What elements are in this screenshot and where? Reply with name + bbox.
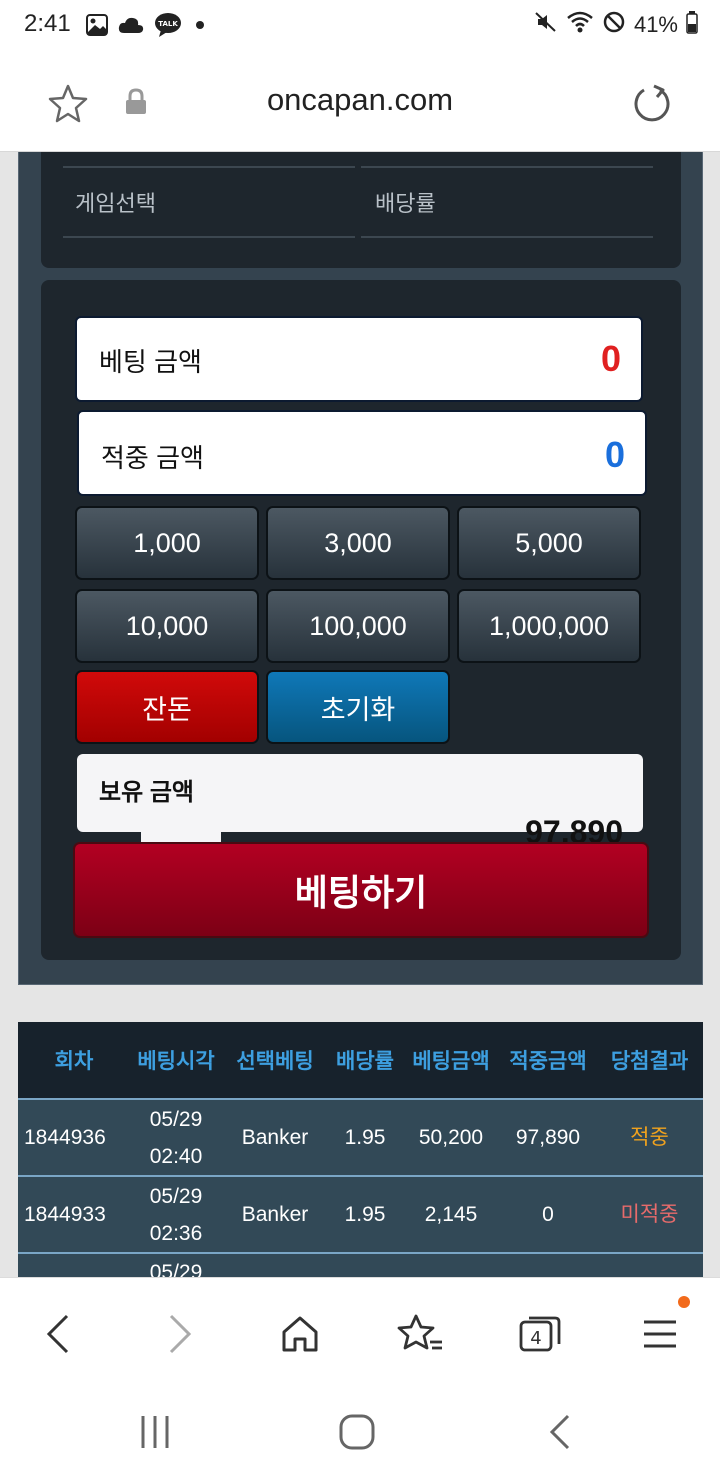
bet-history-table: 회차 베팅시각 선택베팅 배당률 베팅금액 적중금액 당첨결과 1844936 … bbox=[18, 1022, 703, 1277]
header-result: 당첨결과 bbox=[610, 1050, 689, 1073]
cell-round: 1844933 bbox=[24, 1203, 106, 1226]
table-header: 회차 베팅시각 선택베팅 배당률 베팅금액 적중금액 당첨결과 bbox=[18, 1022, 703, 1098]
header-round: 회차 bbox=[54, 1050, 94, 1073]
bet-card: 베팅 금액 0 적중 금액 0 1,000 3,000 5,000 10,000… bbox=[41, 280, 681, 960]
system-nav-bar bbox=[0, 1387, 720, 1480]
win-amount-box: 적중 금액 0 bbox=[77, 410, 647, 496]
cell-clock: 02:36 bbox=[149, 1221, 203, 1245]
chip-button-10000[interactable]: 10,000 bbox=[75, 589, 259, 663]
reset-button[interactable]: 초기화 bbox=[266, 670, 450, 744]
home-button-icon[interactable] bbox=[332, 1409, 382, 1455]
home-icon[interactable] bbox=[270, 1304, 330, 1364]
divider bbox=[63, 166, 355, 168]
wifi-icon bbox=[566, 10, 594, 40]
tab-count: 4 bbox=[530, 1328, 541, 1349]
cell-pick: Banker bbox=[241, 1203, 309, 1226]
chip-button-1000[interactable]: 1,000 bbox=[75, 506, 259, 580]
cell-bet: 2,145 bbox=[424, 1203, 478, 1226]
bet-amount-value: 0 bbox=[600, 338, 621, 379]
header-odds: 배당률 bbox=[336, 1050, 394, 1073]
win-amount-label: 적중 금액 bbox=[101, 443, 204, 473]
bookmarks-icon[interactable] bbox=[390, 1304, 450, 1364]
chip-button-100000[interactable]: 100,000 bbox=[266, 589, 450, 663]
bet-amount-box: 베팅 금액 0 bbox=[75, 316, 643, 402]
cell-pick: Banker bbox=[241, 1126, 309, 1149]
cell-odds: 1.95 bbox=[344, 1126, 386, 1149]
back-icon[interactable] bbox=[28, 1304, 88, 1364]
divider bbox=[361, 236, 653, 238]
table-row: 05/29 bbox=[18, 1252, 703, 1277]
divider bbox=[361, 166, 653, 168]
status-bar: 2:41 TALK 41% bbox=[0, 0, 720, 52]
reload-icon[interactable] bbox=[630, 82, 674, 130]
divider bbox=[63, 236, 355, 238]
cell-date: 05/29 bbox=[149, 1261, 203, 1277]
status-right-icons: 41% bbox=[534, 10, 698, 40]
chip-button-5000[interactable]: 5,000 bbox=[457, 506, 641, 580]
menu-icon[interactable] bbox=[630, 1304, 690, 1364]
cell-date: 05/29 bbox=[149, 1184, 203, 1208]
mute-icon bbox=[534, 10, 558, 40]
chip-button-3000[interactable]: 3,000 bbox=[266, 506, 450, 580]
no-disturb-icon bbox=[602, 10, 626, 40]
table-row: 1844933 05/29 02:36 Banker 1.95 2,145 0 미… bbox=[18, 1175, 703, 1252]
talk-icon: TALK bbox=[154, 12, 182, 42]
browser-toolbar: 4 bbox=[0, 1277, 720, 1387]
cell-bet: 50,200 bbox=[418, 1126, 484, 1149]
battery-icon bbox=[686, 10, 698, 40]
cell-time: 05/29 02:40 bbox=[130, 1101, 222, 1175]
cell-odds: 1.95 bbox=[344, 1203, 386, 1226]
cell-time: 05/29 02:36 bbox=[130, 1178, 222, 1252]
header-bet-amount: 베팅금액 bbox=[412, 1050, 490, 1073]
tabs-icon[interactable]: 4 bbox=[510, 1304, 570, 1364]
cell-win: 0 bbox=[542, 1203, 554, 1226]
game-select-label[interactable]: 게임선택 bbox=[75, 186, 156, 218]
cell-win: 97,890 bbox=[515, 1126, 581, 1149]
status-time: 2:41 bbox=[24, 10, 71, 37]
change-button[interactable]: 잔돈 bbox=[75, 670, 259, 744]
forward-icon[interactable] bbox=[150, 1304, 210, 1364]
cell-round: 1844936 bbox=[24, 1126, 106, 1149]
cell-result: 적중 bbox=[630, 1126, 669, 1149]
bet-amount-label: 베팅 금액 bbox=[99, 347, 202, 377]
table-row: 1844936 05/29 02:40 Banker 1.95 50,200 97… bbox=[18, 1098, 703, 1175]
cell-clock: 02:40 bbox=[149, 1144, 203, 1168]
betting-panel: 게임선택 배당률 베팅 금액 0 적중 금액 0 1,000 3,000 5,0… bbox=[18, 152, 703, 985]
gallery-icon bbox=[86, 14, 108, 40]
status-left-icons: TALK bbox=[86, 12, 208, 42]
header-pick: 선택베팅 bbox=[236, 1050, 314, 1073]
cell-date: 05/29 bbox=[149, 1107, 203, 1131]
url-text[interactable]: oncapan.com bbox=[0, 82, 720, 118]
cloud-icon bbox=[118, 16, 144, 38]
cell-result: 미적중 bbox=[620, 1203, 679, 1226]
browser-url-bar: oncapan.com bbox=[0, 52, 720, 152]
place-bet-button[interactable]: 베팅하기 bbox=[73, 842, 649, 938]
win-amount-value: 0 bbox=[604, 434, 625, 475]
cell-time: 05/29 bbox=[130, 1254, 222, 1277]
header-win-amount: 적중금액 bbox=[509, 1050, 587, 1073]
chip-button-1000000[interactable]: 1,000,000 bbox=[457, 589, 641, 663]
web-page: 게임선택 배당률 베팅 금액 0 적중 금액 0 1,000 3,000 5,0… bbox=[0, 152, 720, 1277]
holdings-label: 보유 금액 bbox=[99, 779, 194, 806]
recent-apps-icon[interactable] bbox=[130, 1409, 180, 1455]
dot-icon bbox=[192, 17, 208, 37]
talk-icon-label: TALK bbox=[158, 20, 178, 28]
holdings-box: 보유 금액 97,890 bbox=[77, 754, 643, 850]
game-info-card: 게임선택 배당률 bbox=[41, 152, 681, 268]
system-back-icon[interactable] bbox=[536, 1409, 586, 1455]
header-bet-time: 베팅시각 bbox=[137, 1050, 215, 1073]
odds-label: 배당률 bbox=[375, 191, 436, 216]
notification-dot bbox=[678, 1296, 690, 1308]
battery-text: 41% bbox=[633, 12, 678, 37]
